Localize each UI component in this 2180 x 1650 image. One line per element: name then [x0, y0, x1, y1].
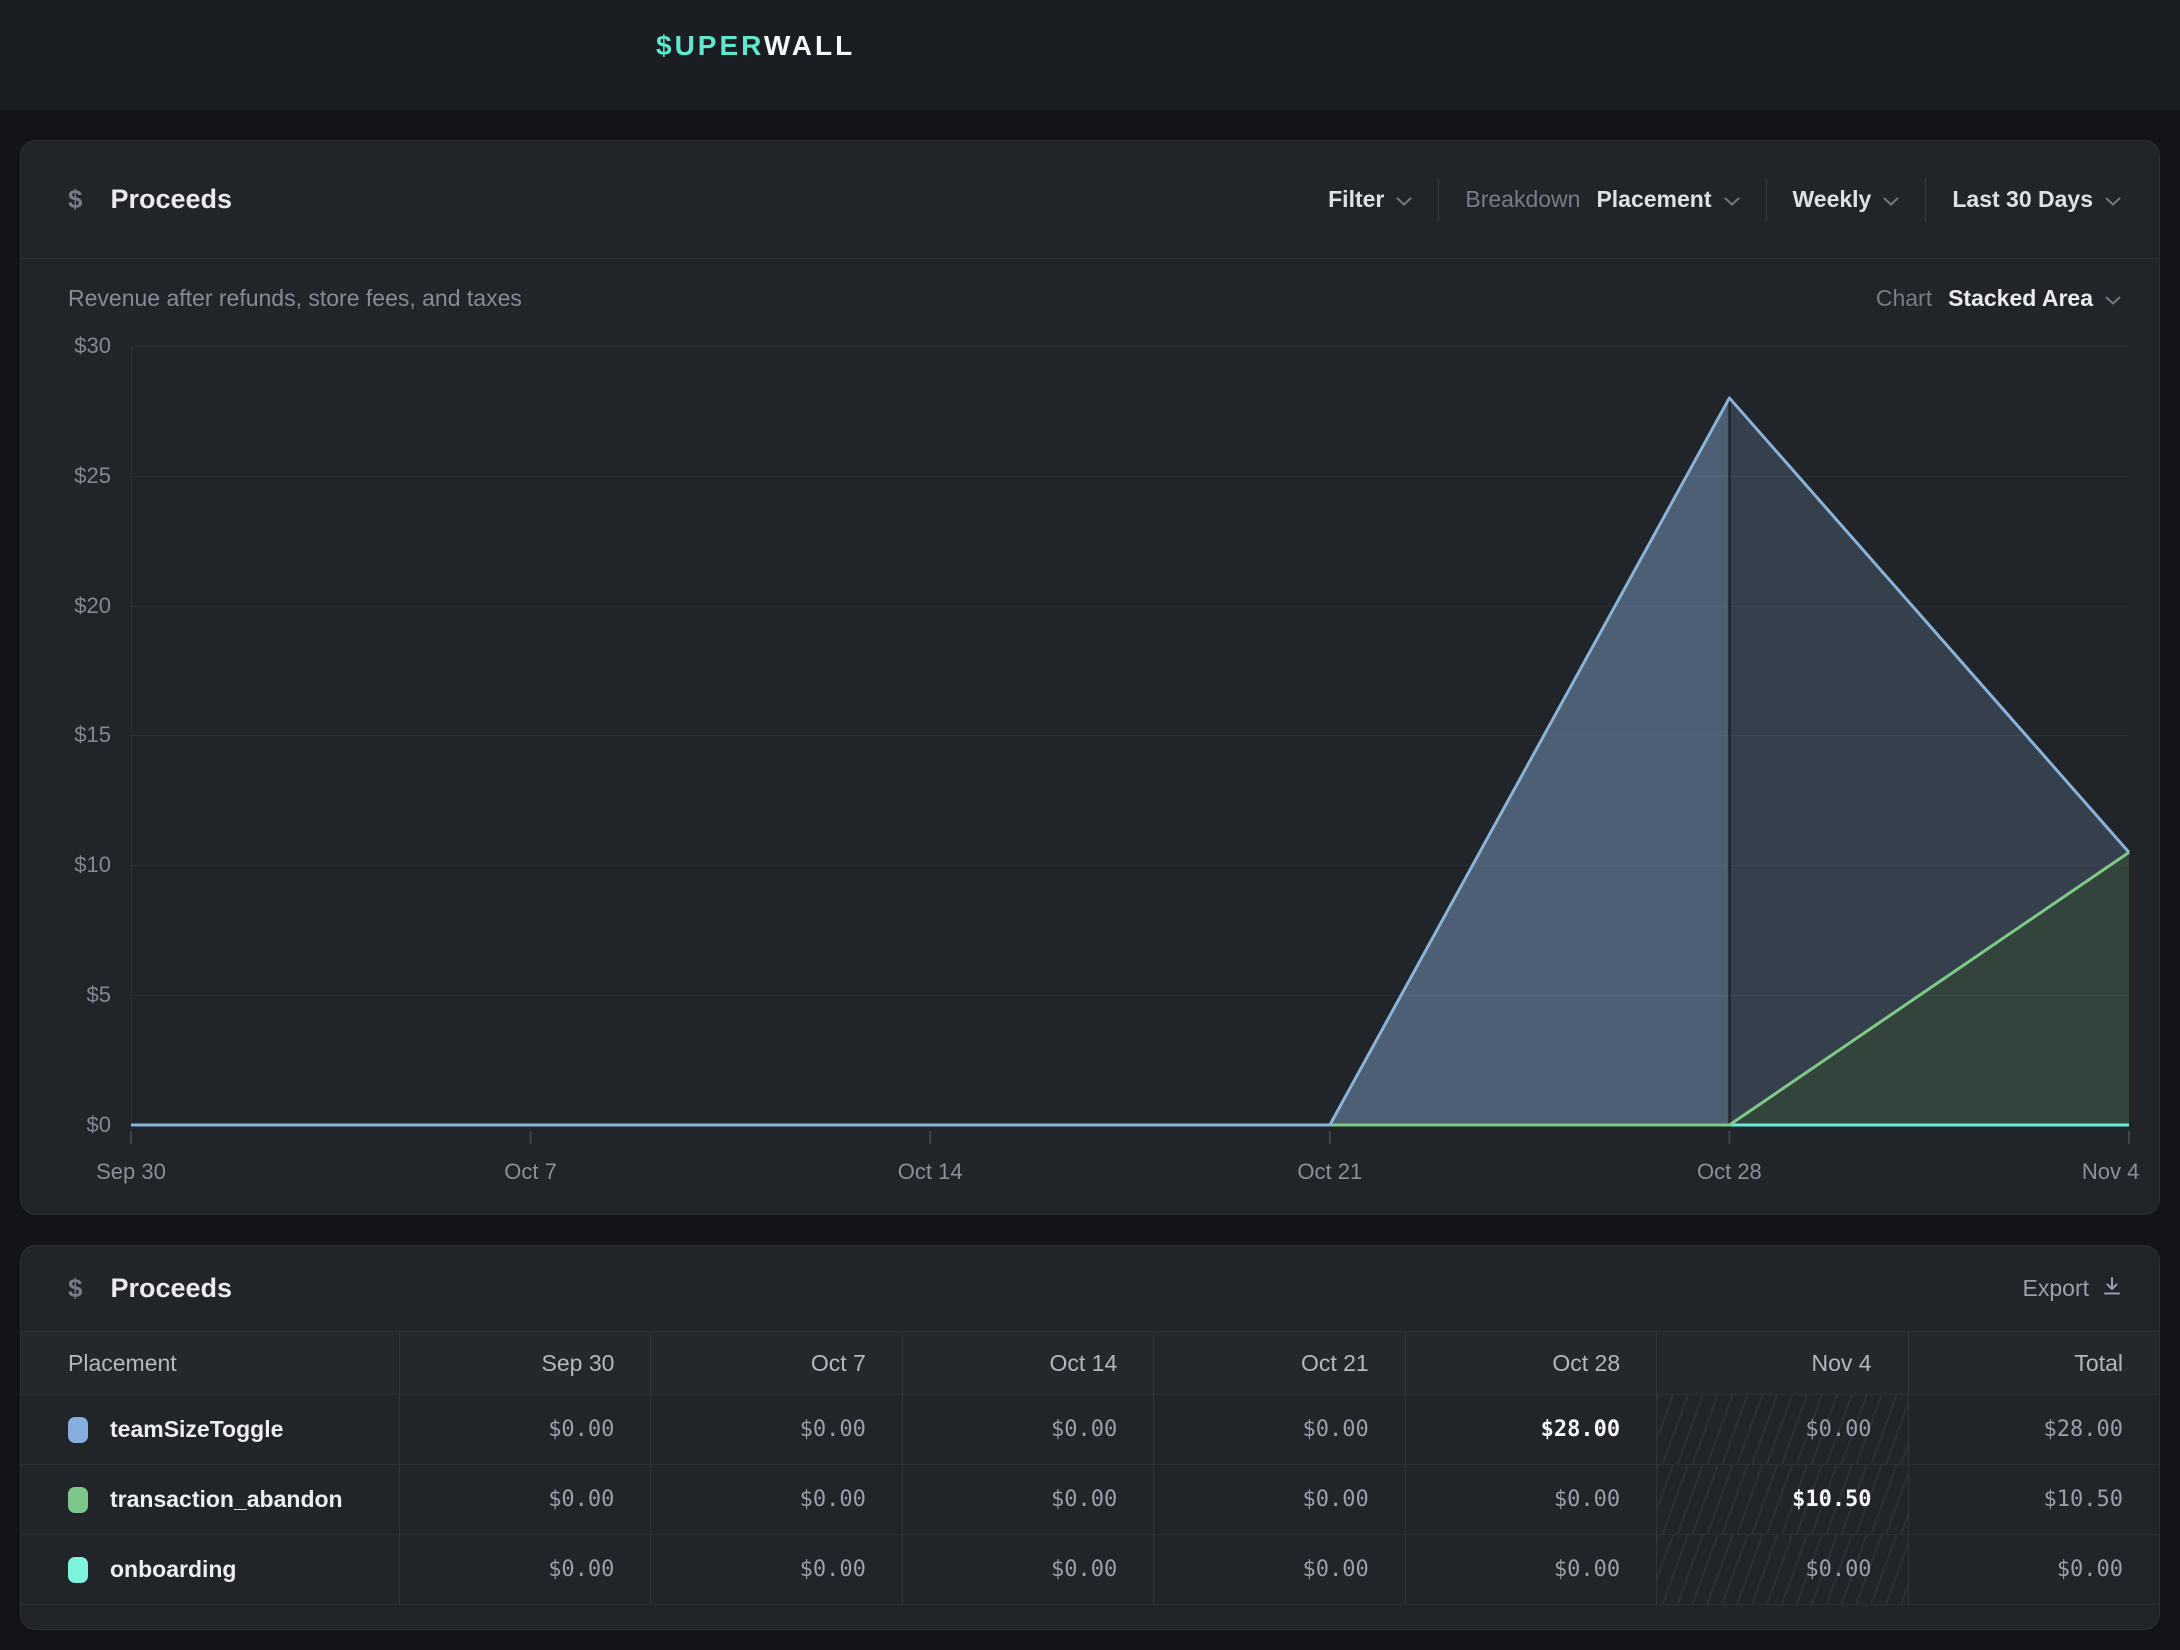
chart-card-header: $ Proceeds Filter Breakdown Placement We… — [21, 141, 2159, 259]
period-dropdown[interactable]: Weekly — [1767, 186, 1926, 213]
filter-label: Filter — [1328, 186, 1384, 213]
column-header: Oct 28 — [1405, 1331, 1656, 1395]
column-header: Oct 14 — [902, 1331, 1153, 1395]
chart-type-dropdown[interactable]: Chart Stacked Area — [1876, 285, 2121, 312]
placement-name: transaction_abandon — [110, 1486, 343, 1513]
download-icon — [2103, 1275, 2121, 1302]
column-header: Oct 21 — [1153, 1331, 1404, 1395]
table-card-title: Proceeds — [110, 1273, 232, 1304]
placement-cell: teamSizeToggle — [21, 1395, 399, 1465]
chart-subtitle-row: Revenue after refunds, store fees, and t… — [21, 259, 2159, 337]
y-tick-label: $30 — [31, 332, 111, 360]
table-header-row: Placement Sep 30 Oct 7 Oct 14 Oct 21 Oct… — [21, 1331, 2159, 1395]
value-cell: $0.00 — [1153, 1465, 1404, 1535]
chart-plot[interactable] — [131, 346, 2129, 1152]
total-cell: $0.00 — [1908, 1535, 2159, 1605]
series-swatch — [68, 1487, 88, 1513]
value-cell: $0.00 — [650, 1395, 901, 1465]
x-tick-label: Nov 4 — [2082, 1159, 2139, 1185]
column-header: Oct 7 — [650, 1331, 901, 1395]
chart-subtitle: Revenue after refunds, store fees, and t… — [68, 285, 522, 312]
chevron-down-icon — [1724, 186, 1740, 213]
value-cell: $0.00 — [902, 1465, 1153, 1535]
value-cell: $28.00 — [1405, 1395, 1656, 1465]
x-tick-label: Oct 21 — [1297, 1159, 1362, 1185]
value-cell: $0.00 — [399, 1395, 650, 1465]
breakdown-value: Placement — [1596, 186, 1711, 213]
value-cell: $0.00 — [1405, 1535, 1656, 1605]
period-value: Weekly — [1793, 186, 1872, 213]
value-cell: $0.00 — [1405, 1465, 1656, 1535]
column-header: Sep 30 — [399, 1331, 650, 1395]
chevron-down-icon — [2105, 285, 2121, 312]
series-swatch — [68, 1557, 88, 1583]
y-tick-label: $20 — [31, 592, 111, 620]
value-cell-incomplete: $0.00 — [1656, 1535, 1907, 1605]
date-range-value: Last 30 Days — [1952, 186, 2093, 213]
total-cell: $10.50 — [1908, 1465, 2159, 1535]
top-bar: $UPERWALL — [0, 0, 2180, 110]
y-tick-label: $5 — [31, 981, 111, 1009]
chart-type-value: Stacked Area — [1948, 285, 2093, 312]
placement-name: onboarding — [110, 1556, 236, 1583]
value-cell-incomplete: $10.50 — [1656, 1465, 1907, 1535]
proceeds-chart-card: $ Proceeds Filter Breakdown Placement We… — [20, 140, 2160, 1215]
logo-accent-text: $UPER — [656, 30, 764, 61]
export-label: Export — [2023, 1275, 2089, 1302]
placement-cell: onboarding — [21, 1535, 399, 1605]
x-tick-label: Oct 28 — [1697, 1159, 1762, 1185]
value-cell: $0.00 — [902, 1395, 1153, 1465]
breakdown-label: Breakdown — [1465, 186, 1580, 213]
chevron-down-icon — [1883, 186, 1899, 213]
placement-cell: transaction_abandon — [21, 1465, 399, 1535]
y-tick-label: $0 — [31, 1111, 111, 1139]
breakdown-dropdown[interactable]: Breakdown Placement — [1439, 186, 1765, 213]
chevron-down-icon — [2105, 186, 2121, 213]
chevron-down-icon — [1396, 186, 1412, 213]
table-row: onboarding $0.00 $0.00 $0.00 $0.00 $0.00… — [21, 1535, 2159, 1605]
placement-name: teamSizeToggle — [110, 1416, 283, 1443]
value-cell: $0.00 — [902, 1535, 1153, 1605]
superwall-logo[interactable]: $UPERWALL — [656, 30, 855, 62]
y-tick-label: $25 — [31, 462, 111, 490]
column-header: Total — [1908, 1331, 2159, 1395]
dollar-icon: $ — [68, 1273, 82, 1304]
column-header: Nov 4 — [1656, 1331, 1907, 1395]
table-row: transaction_abandon $0.00 $0.00 $0.00 $0… — [21, 1465, 2159, 1535]
chart-card-title: Proceeds — [110, 184, 232, 215]
value-cell: $0.00 — [650, 1535, 901, 1605]
y-tick-label: $10 — [31, 851, 111, 879]
export-button[interactable]: Export — [2023, 1275, 2121, 1302]
value-cell: $0.00 — [650, 1465, 901, 1535]
logo-rest-text: WALL — [764, 30, 855, 61]
value-cell-incomplete: $0.00 — [1656, 1395, 1907, 1465]
table-card-header: $ Proceeds Export — [21, 1246, 2159, 1331]
y-tick-label: $15 — [31, 721, 111, 749]
dollar-icon: $ — [68, 184, 82, 215]
proceeds-table-card: $ Proceeds Export Placement Sep 30 Oct 7… — [20, 1245, 2160, 1630]
date-range-dropdown[interactable]: Last 30 Days — [1926, 186, 2121, 213]
value-cell: $0.00 — [1153, 1535, 1404, 1605]
column-header: Placement — [21, 1331, 399, 1395]
value-cell: $0.00 — [399, 1465, 650, 1535]
filter-dropdown[interactable]: Filter — [1302, 186, 1438, 213]
stacked-area-chart: $30 $25 $20 $15 $10 $5 $0 Sep 30 Oct 7 O… — [21, 337, 2161, 1214]
x-tick-label: Oct 14 — [898, 1159, 963, 1185]
x-tick-label: Oct 7 — [504, 1159, 557, 1185]
value-cell: $0.00 — [399, 1535, 650, 1605]
series-swatch — [68, 1417, 88, 1443]
table-row: teamSizeToggle $0.00 $0.00 $0.00 $0.00 $… — [21, 1395, 2159, 1465]
chart-controls: Filter Breakdown Placement Weekly Last 3… — [1302, 178, 2121, 222]
x-tick-label: Sep 30 — [96, 1159, 166, 1185]
total-cell: $28.00 — [1908, 1395, 2159, 1465]
chart-type-label: Chart — [1876, 285, 1932, 312]
value-cell: $0.00 — [1153, 1395, 1404, 1465]
